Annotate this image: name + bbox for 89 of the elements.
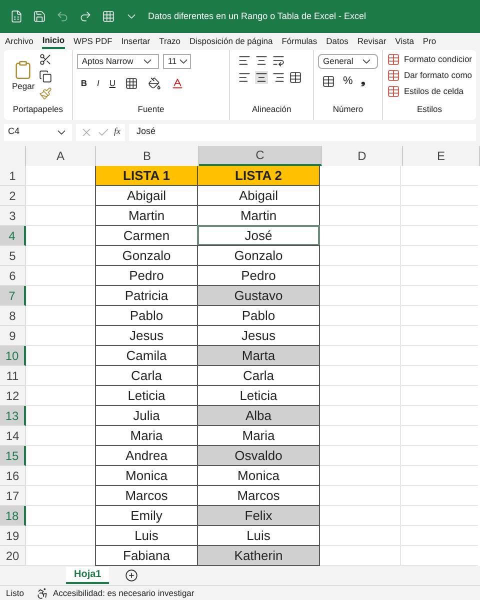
fill-color-icon[interactable] [148,77,162,90]
menu-tab[interactable]: Fórmulas [282,35,318,48]
merge-icon[interactable] [289,71,302,84]
menu-tab[interactable]: Vista [395,35,414,48]
insert-function-button[interactable]: fx [114,125,120,139]
styles-icon[interactable] [386,53,400,66]
align-right-icon[interactable] [272,71,286,84]
row-header[interactable]: 17 [0,486,26,506]
borders-icon[interactable] [125,77,138,90]
number-format-field[interactable]: General [318,54,378,69]
table-cell: Osvaldo [197,445,320,466]
menu-tab[interactable]: Trazo [159,35,181,48]
table-cell: Gustavo [197,285,320,306]
row-header[interactable]: 4 [0,226,26,246]
wrap-text-icon[interactable] [272,54,286,67]
copy-icon[interactable] [38,70,52,84]
excel-icon[interactable] [10,10,23,23]
row-header[interactable]: 11 [0,366,26,386]
font-name-field[interactable]: Aptos Narrow [76,54,159,69]
table-cell: Felix [197,505,320,526]
paste-button[interactable]: Pegar [12,80,35,93]
row-header[interactable]: 5 [0,246,26,266]
column-header[interactable]: C [199,146,322,166]
table-cell: Katherin [197,545,320,566]
styles-button[interactable]: Formato condicior [404,53,472,66]
menu-tab[interactable]: WPS PDF [74,35,112,48]
group-label: Fuente [136,103,166,116]
row-header[interactable]: 18 [0,506,26,526]
table-cell: LISTA 2 [197,166,320,186]
align-top-icon[interactable] [238,54,252,67]
percent-button[interactable]: % [343,73,353,90]
styles-button[interactable]: Dar formato como [404,69,472,82]
row-header[interactable]: 14 [0,426,26,446]
align-center-icon[interactable] [255,71,268,84]
row-header[interactable]: 7 [0,286,26,306]
bold-button[interactable]: B [80,77,87,90]
table-cell: Fabiana [95,545,198,566]
menu-tab[interactable]: Disposición de página [190,35,273,48]
table-cell: LISTA 1 [95,166,198,186]
align-middle-icon[interactable] [255,54,268,67]
align-left-icon[interactable] [238,71,252,84]
row-header[interactable]: 9 [0,326,26,346]
accessibility-icon[interactable] [36,586,49,600]
menu-tab[interactable]: Revisar [357,35,386,48]
name-box[interactable]: C4 [4,124,72,140]
row-header[interactable]: 20 [0,546,26,566]
row-header[interactable]: 12 [0,386,26,406]
formula-field[interactable]: José [128,124,476,140]
comma-button[interactable]: ❟ [360,73,365,90]
row-header[interactable]: 6 [0,266,26,286]
row-header[interactable]: 1 [0,166,26,186]
group-label: Estilos [416,103,444,116]
sheet-tab[interactable]: Hoja1 [66,567,110,584]
styles-button[interactable]: Estilos de celda [404,85,464,98]
row-header[interactable]: 16 [0,466,26,486]
save-icon[interactable] [33,10,46,23]
menu-tab[interactable]: Datos [326,35,348,48]
window-title: Datos diferentes en un Rango o Tabla de Excel - Excel [148,10,366,23]
row-header[interactable]: 2 [0,186,26,206]
italic-button[interactable]: I [96,77,100,90]
underline-button[interactable]: U [109,77,116,90]
row-header[interactable]: 13 [0,406,26,426]
table-cell: José [197,225,320,246]
group-label: Alineación [251,103,292,116]
accessibility-status[interactable]: Accesibilidad: es necesario investigar [52,586,194,600]
table-cell: Marta [197,345,320,366]
status-text: Listo [6,586,24,600]
add-sheet-icon[interactable] [125,569,138,582]
styles-icon[interactable] [386,69,400,82]
row-header[interactable]: 10 [0,346,26,366]
font-color-icon[interactable] [171,77,184,90]
styles-icon[interactable] [386,85,400,98]
font-size-field[interactable]: 11 [162,54,191,69]
row-header[interactable]: 3 [0,206,26,226]
cut-icon[interactable] [38,53,52,66]
redo-icon[interactable] [79,10,92,23]
group-label: Portapapeles [12,103,64,116]
table-icon[interactable] [102,10,115,23]
menu-tab[interactable]: Pro [422,35,436,48]
table-cell: Gonzalo [197,245,320,266]
table-cell: Alba [197,405,320,426]
menu-tab[interactable]: Archivo [5,35,34,48]
paste-icon[interactable] [13,60,34,80]
row-header[interactable]: 19 [0,526,26,546]
group-label: Número [332,103,364,116]
menu-tab[interactable]: Insertar [121,35,150,48]
row-header[interactable]: 8 [0,306,26,326]
row-header[interactable]: 15 [0,446,26,466]
currency-icon[interactable] [322,74,336,88]
